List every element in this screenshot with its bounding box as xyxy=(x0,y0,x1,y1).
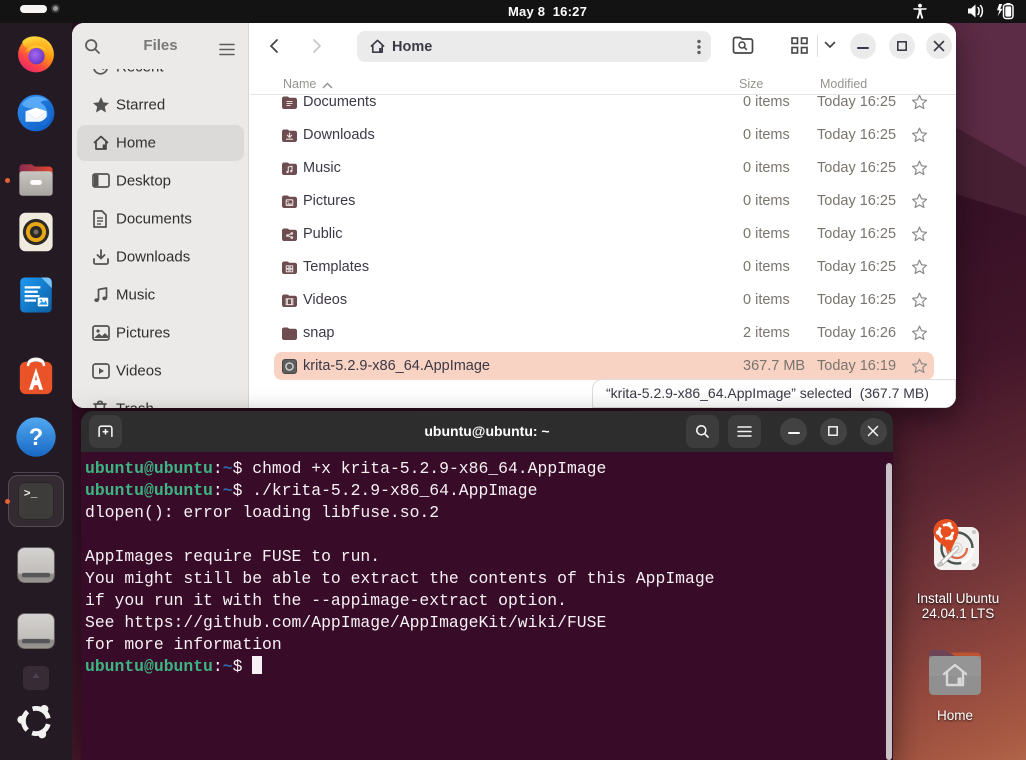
svg-text:>_: >_ xyxy=(24,489,38,501)
svg-text:?: ? xyxy=(29,425,43,451)
